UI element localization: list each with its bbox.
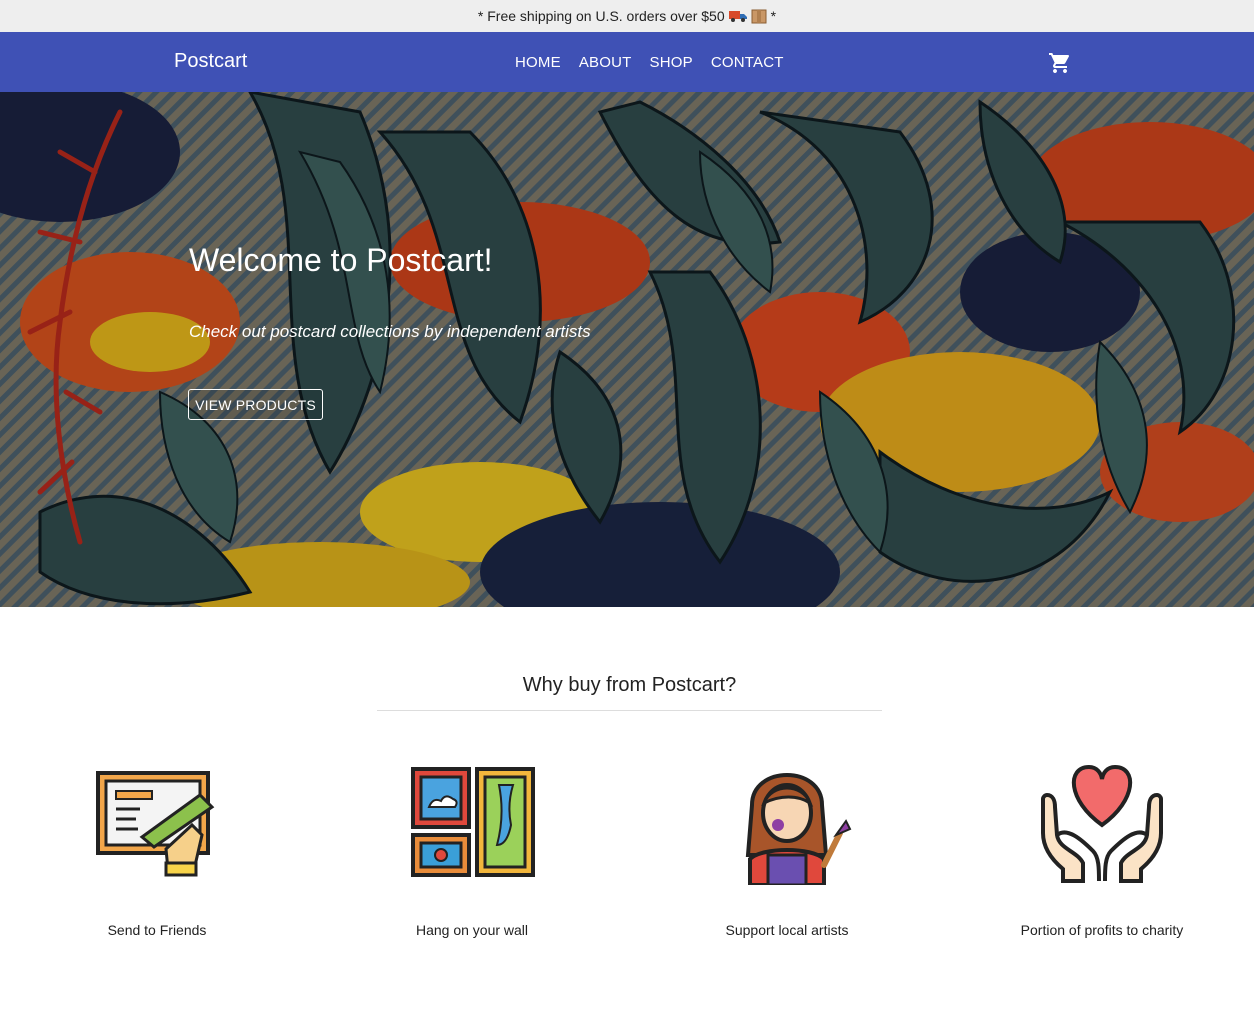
feature-label: Support local artists bbox=[725, 922, 849, 938]
feature-send-to-friends: Send to Friends bbox=[7, 755, 307, 938]
feature-label: Send to Friends bbox=[107, 922, 207, 938]
announcement-suffix: * bbox=[770, 8, 777, 24]
nav-contact[interactable]: CONTACT bbox=[703, 54, 792, 71]
announcement-text: * Free shipping on U.S. orders over $50 bbox=[477, 8, 725, 24]
view-products-button[interactable]: VIEW PRODUCTS bbox=[188, 389, 323, 420]
artist-icon bbox=[745, 773, 852, 885]
feature-label: Portion of profits to charity bbox=[1020, 922, 1184, 938]
nav-home[interactable]: HOME bbox=[507, 54, 569, 71]
nav-about[interactable]: ABOUT bbox=[571, 54, 640, 71]
brand-logo-link[interactable]: Postcart bbox=[174, 50, 247, 73]
why-section-title: Why buy from Postcart? bbox=[522, 674, 737, 696]
feature-hang-on-wall: Hang on your wall bbox=[322, 755, 622, 938]
section-divider bbox=[377, 710, 882, 711]
announcement-bar: * Free shipping on U.S. orders over $50 … bbox=[0, 0, 1254, 32]
delivery-truck-icon bbox=[728, 9, 747, 23]
shopping-cart-icon[interactable] bbox=[1048, 51, 1072, 75]
package-icon bbox=[751, 8, 767, 24]
hero-title: Welcome to Postcart! bbox=[189, 242, 493, 278]
nav-links: HOME ABOUT SHOP CONTACT bbox=[506, 32, 793, 92]
drawing-postcard-icon bbox=[96, 771, 215, 877]
navbar: Postcart HOME ABOUT SHOP CONTACT bbox=[0, 32, 1254, 92]
wall-frames-icon bbox=[411, 767, 535, 877]
feature-charity: Portion of profits to charity bbox=[952, 755, 1252, 938]
nav-shop[interactable]: SHOP bbox=[642, 54, 701, 71]
charity-heart-hands-icon bbox=[1041, 764, 1163, 883]
feature-support-artists: Support local artists bbox=[637, 755, 937, 938]
feature-label: Hang on your wall bbox=[415, 922, 529, 938]
hero-floral-artwork bbox=[0, 92, 1254, 607]
hero-banner: Welcome to Postcart! Check out postcard … bbox=[0, 92, 1254, 607]
hero-subtitle: Check out postcard collections by indepe… bbox=[189, 322, 591, 341]
